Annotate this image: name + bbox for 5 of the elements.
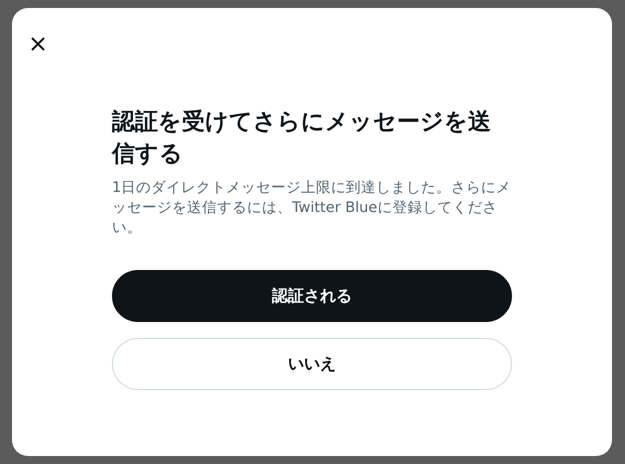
decline-button[interactable]: いいえ bbox=[112, 338, 512, 390]
dialog-title: 認証を受けてさらにメッセージを送信する bbox=[112, 108, 492, 169]
verify-button[interactable]: 認証される bbox=[112, 270, 512, 322]
dialog-description: 1日のダイレクトメッセージ上限に到達しました。さらにメッセージを送信するには、Twitter Blueに登録してください。 bbox=[112, 179, 512, 238]
close-icon bbox=[30, 36, 46, 52]
